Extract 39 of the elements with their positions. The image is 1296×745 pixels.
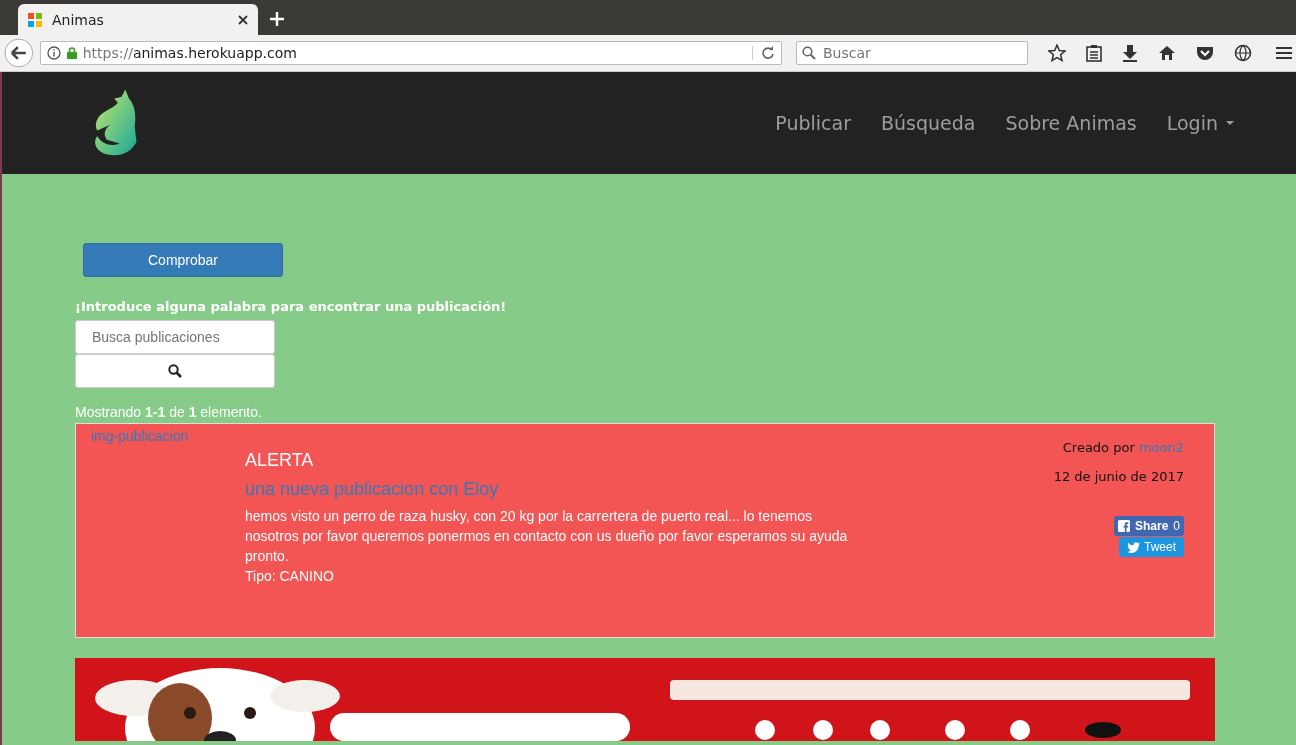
search-prompt: ¡Introduce alguna palabra para encontrar una publicación! [75, 299, 507, 314]
browser-tab[interactable]: Animas [18, 4, 258, 35]
download-icon[interactable] [1122, 44, 1138, 62]
results-summary: Mostrando 1-1 de 1 elemento. [75, 404, 262, 420]
pocket-icon[interactable] [1196, 45, 1214, 61]
post-type: Tipo: CANINO [245, 567, 335, 586]
image-alt-text: img-publicacion [91, 428, 189, 444]
back-icon[interactable] [4, 38, 34, 68]
share-button[interactable]: Share 0 [1113, 516, 1184, 536]
reload-icon[interactable] [752, 46, 775, 60]
created-by-label: Creado por [1062, 440, 1135, 455]
bird-icon [1127, 541, 1140, 553]
post-body: hemos visto un perro de raza husky, con 20 kg por la carrertera de puerto real... lo tenemos nosotros por favor queremos ponermos en contacto con us dueño por favor esperamos su ayuda pronto. [245, 507, 849, 566]
close-icon[interactable] [238, 14, 248, 25]
info-icon [46, 46, 61, 60]
star-icon[interactable] [1048, 44, 1066, 62]
home-icon[interactable] [1158, 45, 1176, 61]
nav-link[interactable]: Login [1166, 112, 1234, 134]
post-date: 12 de junio de 2017 [1053, 469, 1184, 484]
globe-icon[interactable] [1234, 44, 1252, 62]
search-field[interactable]: Buscar [796, 41, 1028, 65]
check-button[interactable]: Comprobar [83, 243, 283, 277]
tab-title: Animas [52, 11, 105, 28]
post-category: ALERTA [245, 450, 315, 471]
search-field[interactable]: Busca publicaciones [75, 320, 275, 354]
clipboard-icon[interactable] [1086, 44, 1102, 62]
address-bar[interactable]: https://animas.herokuapp.com [39, 41, 782, 65]
plus-icon[interactable] [270, 12, 284, 26]
tweet-button[interactable]: Tweet [1119, 537, 1184, 557]
nav-link[interactable]: Sobre Animas [1005, 112, 1137, 134]
nav-link[interactable]: Búsqueda [881, 112, 976, 134]
lock-icon [66, 47, 77, 59]
nav-link[interactable]: Publicar [775, 112, 851, 134]
search-icon [802, 46, 816, 60]
search-icon [168, 364, 182, 378]
grid-icon [28, 12, 42, 27]
facebook-icon [1117, 520, 1130, 532]
menu-icon[interactable] [1276, 46, 1292, 60]
url-text: https://animas.herokuapp.com [82, 45, 298, 61]
